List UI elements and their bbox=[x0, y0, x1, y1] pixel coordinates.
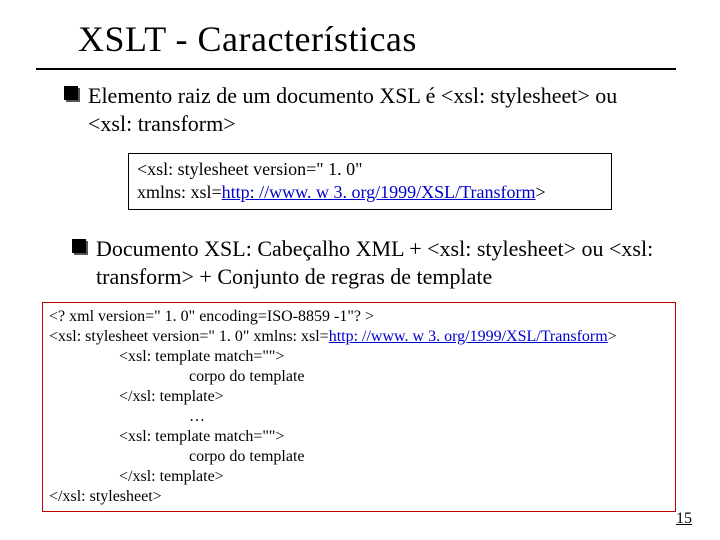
code1-link[interactable]: http: //www. w 3. org/1999/XSL/Transform bbox=[222, 182, 536, 202]
c2-l2: <xsl: stylesheet version=" 1. 0" xmlns: … bbox=[49, 327, 669, 347]
c2-l6: … bbox=[49, 407, 669, 427]
code2-link[interactable]: http: //www. w 3. org/1999/XSL/Transform bbox=[329, 328, 608, 345]
c2-l10: </xsl: stylesheet> bbox=[49, 487, 669, 507]
c2-l5: </xsl: template> bbox=[49, 387, 669, 407]
code-box-1: <xsl: stylesheet version=" 1. 0" xmlns: … bbox=[128, 153, 612, 210]
c2-l2-pre: <xsl: stylesheet version=" 1. 0" xmlns: … bbox=[49, 328, 329, 345]
title-underline bbox=[36, 68, 676, 70]
code-box-2: <? xml version=" 1. 0" encoding=ISO-8859… bbox=[42, 302, 676, 512]
c2-l4: corpo do template bbox=[49, 367, 669, 387]
c2-l2-post: > bbox=[608, 328, 617, 345]
bullet-1-text: Elemento raiz de um documento XSL é <xsl… bbox=[88, 82, 664, 137]
code1-line2-post: > bbox=[536, 182, 546, 202]
c2-l8: corpo do template bbox=[49, 447, 669, 467]
c2-l3: <xsl: template match=""> bbox=[49, 347, 669, 367]
slide: XSLT - Características Elemento raiz de … bbox=[0, 0, 720, 540]
bullet-1: Elemento raiz de um documento XSL é <xsl… bbox=[64, 82, 664, 137]
c2-l1: <? xml version=" 1. 0" encoding=ISO-8859… bbox=[49, 307, 669, 327]
bullet-2-text: Documento XSL: Cabeçalho XML + <xsl: sty… bbox=[96, 235, 672, 290]
c2-l7: <xsl: template match=""> bbox=[49, 427, 669, 447]
bullet-marker-icon bbox=[72, 239, 86, 253]
bullet-2: Documento XSL: Cabeçalho XML + <xsl: sty… bbox=[72, 235, 672, 290]
code1-line2: xmlns: xsl=http: //www. w 3. org/1999/XS… bbox=[137, 181, 603, 204]
c2-l9: </xsl: template> bbox=[49, 467, 669, 487]
code1-line1: <xsl: stylesheet version=" 1. 0" bbox=[137, 158, 603, 181]
code1-line2-pre: xmlns: xsl= bbox=[137, 182, 222, 202]
slide-title: XSLT - Características bbox=[78, 18, 417, 60]
bullet-marker-icon bbox=[64, 86, 78, 100]
page-number: 15 bbox=[676, 510, 692, 528]
